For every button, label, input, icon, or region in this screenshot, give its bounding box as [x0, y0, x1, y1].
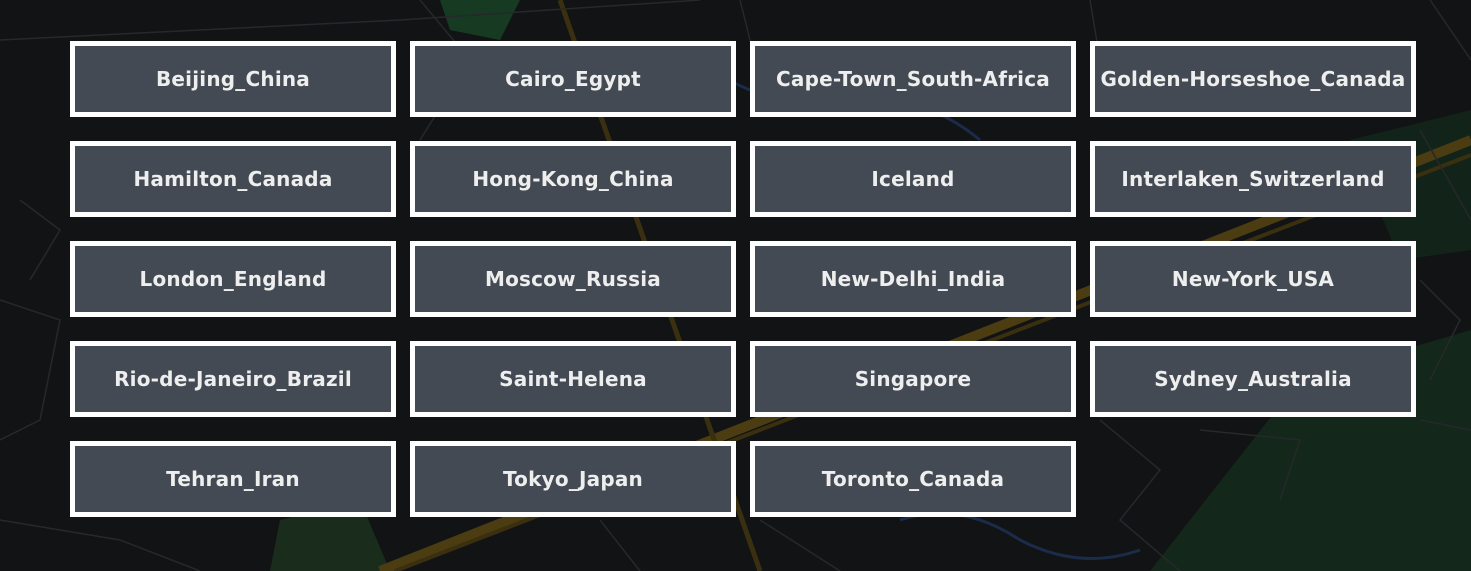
location-button-iceland[interactable]: Iceland	[750, 141, 1076, 217]
location-button-new-york-usa[interactable]: New-York_USA	[1090, 241, 1416, 317]
location-button-beijing-china[interactable]: Beijing_China	[70, 41, 396, 117]
location-button-toronto-canada[interactable]: Toronto_Canada	[750, 441, 1076, 517]
location-button-cape-town-south-africa[interactable]: Cape-Town_South-Africa	[750, 41, 1076, 117]
location-button-sydney-australia[interactable]: Sydney_Australia	[1090, 341, 1416, 417]
location-button-golden-horseshoe-canada[interactable]: Golden-Horseshoe_Canada	[1090, 41, 1416, 117]
location-button-singapore[interactable]: Singapore	[750, 341, 1076, 417]
location-button-london-england[interactable]: London_England	[70, 241, 396, 317]
location-button-tehran-iran[interactable]: Tehran_Iran	[70, 441, 396, 517]
location-picker: Beijing_China Cairo_Egypt Cape-Town_South-…	[0, 0, 1471, 571]
location-button-tokyo-japan[interactable]: Tokyo_Japan	[410, 441, 736, 517]
location-button-hong-kong-china[interactable]: Hong-Kong_China	[410, 141, 736, 217]
location-button-hamilton-canada[interactable]: Hamilton_Canada	[70, 141, 396, 217]
location-button-saint-helena[interactable]: Saint-Helena	[410, 341, 736, 417]
location-button-new-delhi-india[interactable]: New-Delhi_India	[750, 241, 1076, 317]
location-button-cairo-egypt[interactable]: Cairo_Egypt	[410, 41, 736, 117]
location-button-interlaken-switzerland[interactable]: Interlaken_Switzerland	[1090, 141, 1416, 217]
location-button-rio-de-janeiro-brazil[interactable]: Rio-de-Janeiro_Brazil	[70, 341, 396, 417]
location-button-moscow-russia[interactable]: Moscow_Russia	[410, 241, 736, 317]
